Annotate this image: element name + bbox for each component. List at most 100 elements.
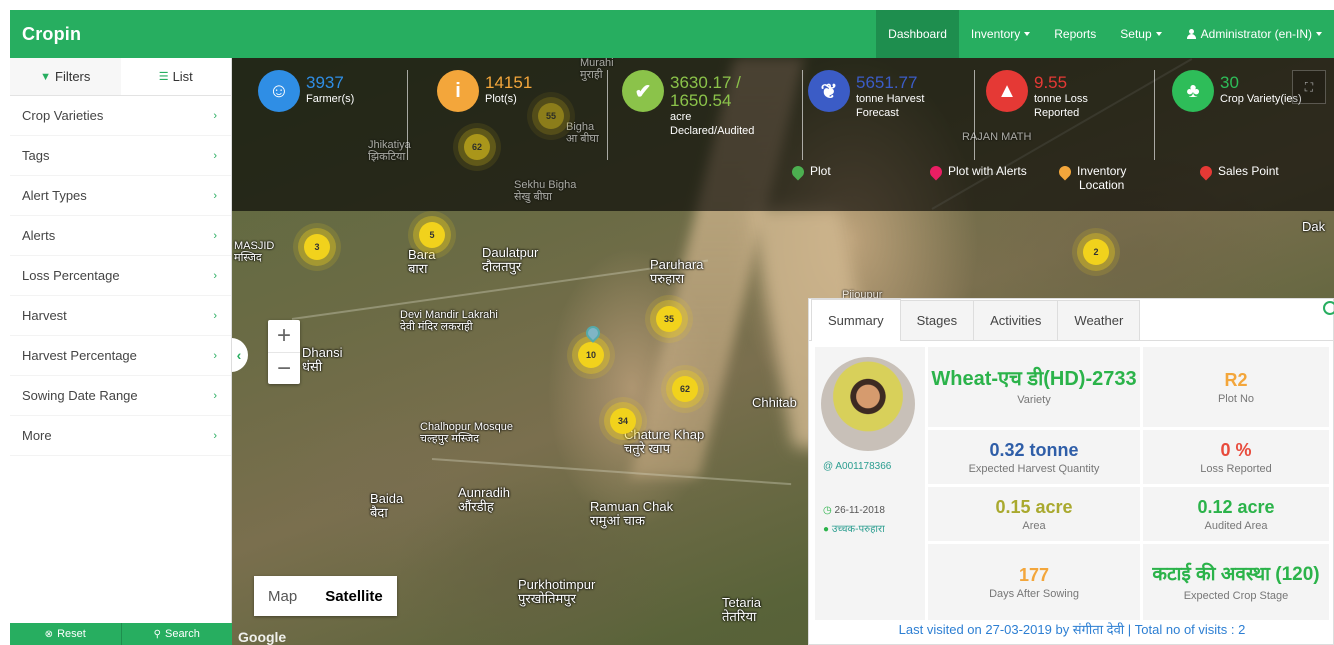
tab-summary[interactable]: Summary: [811, 299, 901, 341]
map-type-satellite[interactable]: Satellite: [311, 576, 397, 616]
zoom-control: + −: [268, 320, 300, 384]
stat-value: 30: [1220, 73, 1239, 92]
chevron-right-icon: ›: [213, 189, 217, 202]
plot-pin-icon[interactable]: [583, 323, 603, 343]
map-label-text: तेतरिया: [722, 608, 757, 624]
chevron-right-icon: ›: [213, 229, 217, 242]
map-cluster-marker[interactable]: 35: [656, 306, 682, 332]
filter-icon: ▼: [40, 70, 51, 83]
nav-reports[interactable]: Reports: [1042, 10, 1108, 58]
stat-acre[interactable]: ✔ 3630.17 / 1650.54 acre Declared/Audited: [622, 70, 780, 138]
stat-label: tonne Harvest: [856, 93, 925, 105]
stat-harvest[interactable]: ❦ 5651.77 tonne Harvest Forecast: [808, 70, 924, 120]
map-cluster-marker[interactable]: 34: [610, 408, 636, 434]
location-icon: ●: [823, 524, 832, 535]
fullscreen-icon[interactable]: ⛶: [1292, 70, 1326, 104]
map-cluster-marker[interactable]: 2: [1083, 239, 1109, 265]
map-label-text: रामुआं चाक: [590, 512, 645, 528]
reset-button[interactable]: ⊗ Reset: [10, 623, 121, 645]
map-cluster-marker[interactable]: 62: [672, 376, 698, 402]
last-visit-info: Last visited on 27-03-2019 by संगीता देव…: [809, 614, 1334, 644]
map-cluster-marker[interactable]: 10: [578, 342, 604, 368]
plot-summary-panel: Summary Stages Activities Weather @ A001…: [808, 298, 1334, 645]
map-label: Devi Mandir Lakrahi देवी मंदिर लकराही: [400, 309, 498, 333]
plot-marker-icon: [789, 163, 807, 181]
sidebar-item-loss-percentage[interactable]: Loss Percentage ›: [10, 256, 231, 296]
stat-loss[interactable]: ▲ 9.55 tonne Loss Reported: [986, 70, 1088, 120]
tab-weather[interactable]: Weather: [1057, 300, 1141, 340]
search-icon: ⚲: [153, 628, 161, 640]
tab-filters[interactable]: ▼ Filters: [10, 58, 121, 95]
legend-label: Sales Point: [1218, 164, 1279, 178]
sidebar-item-more[interactable]: More ›: [10, 416, 231, 456]
nav-dashboard[interactable]: Dashboard: [876, 10, 959, 58]
sowing-date: ◷ 26-11-2018: [823, 505, 885, 516]
sowing-date-value: 26-11-2018: [834, 505, 885, 516]
leaf-icon: ❦: [808, 70, 850, 112]
caret-down-icon: [1024, 32, 1031, 36]
tab-stages[interactable]: Stages: [899, 300, 975, 340]
legend-sales: Sales Point: [1197, 163, 1279, 181]
stat-crop-variety[interactable]: ♣ 30 Crop Variety(ies): [1172, 70, 1302, 112]
sidebar-footer: ⊗ Reset ⚲ Search: [10, 623, 232, 645]
search-button[interactable]: ⚲ Search: [120, 623, 232, 645]
chevron-right-icon: ›: [213, 349, 217, 362]
stat-plots[interactable]: i 14151 Plot(s): [437, 70, 532, 112]
chevron-right-icon: ›: [213, 389, 217, 402]
tab-list-label: List: [172, 69, 193, 84]
nav-setup[interactable]: Setup: [1108, 10, 1173, 58]
sidebar-item-harvest-percentage[interactable]: Harvest Percentage ›: [10, 336, 231, 376]
farmer-profile: @ A001178366 ◷ 26-11-2018 ● उच्चक-परुहार…: [815, 347, 925, 620]
stat-value: 9.55: [1034, 73, 1068, 92]
farmer-id[interactable]: @ A001178366: [823, 461, 891, 472]
map-label: Chhitab: [752, 396, 797, 410]
plot-no-label: Plot No: [1217, 392, 1255, 405]
sidebar-item-alerts[interactable]: Alerts ›: [10, 216, 231, 256]
stat-value: 3630.17 / 1650.54: [670, 73, 741, 110]
tab-list[interactable]: ☰ List: [121, 58, 232, 95]
map-label: Dak: [1302, 220, 1325, 234]
stat-farmers[interactable]: ☺ 3937 Farmer(s): [258, 70, 354, 112]
nav-user-menu[interactable]: Administrator (en-IN): [1174, 10, 1334, 58]
map-label-text: परुहारा: [650, 270, 685, 286]
collapse-sidebar-button[interactable]: ‹: [232, 338, 248, 372]
map-label: Tetaria तेतरिया: [722, 596, 761, 623]
map-label-text: धंसी: [302, 358, 323, 374]
info-icon: i: [437, 70, 479, 112]
map-cluster-marker[interactable]: 3: [304, 234, 330, 260]
reset-label: Reset: [57, 628, 86, 640]
sidebar-item-sowing-date-range[interactable]: Sowing Date Range ›: [10, 376, 231, 416]
inventory-marker-icon: [1056, 163, 1074, 181]
map-type-map[interactable]: Map: [254, 576, 311, 616]
map-cluster-marker[interactable]: 5: [419, 222, 445, 248]
total-visits-text: Total no of visits : 2: [1134, 621, 1246, 637]
stat-label: Farmer(s): [306, 93, 355, 105]
stat-value: 5651.77: [856, 73, 918, 92]
sidebar-item-alert-types[interactable]: Alert Types ›: [10, 176, 231, 216]
sidebar-item-label: Alerts: [22, 228, 56, 243]
satellite-map[interactable]: MASJID मस्जिद Bara बारा Daulatpur दौलतपुर P…: [232, 58, 1334, 645]
sidebar-item-crop-varieties[interactable]: Crop Varieties ›: [10, 96, 231, 136]
nav-inventory[interactable]: Inventory: [959, 10, 1042, 58]
map-label: Chature Khap चतुरे खाप: [624, 428, 704, 455]
map-label-text: Devi Mandir Lakrahi: [400, 309, 498, 321]
legend-inventory: Inventory Location: [1056, 163, 1126, 192]
nav-reports-label: Reports: [1054, 27, 1097, 41]
zoom-out-button[interactable]: −: [268, 352, 300, 384]
avatar[interactable]: [821, 357, 915, 451]
nav-dashboard-label: Dashboard: [888, 27, 947, 41]
map-label: Paruhara परुहारा: [650, 258, 703, 285]
close-icon[interactable]: [1323, 301, 1334, 315]
checkbox-icon: ✔: [622, 70, 664, 112]
brand-logo[interactable]: Cropin: [22, 24, 81, 45]
user-icon: [1186, 29, 1196, 39]
map-label: Baida बैदा: [370, 492, 403, 519]
zoom-in-button[interactable]: +: [268, 320, 300, 352]
nav-user-label: Administrator (en-IN): [1200, 27, 1312, 41]
map-label-text: मस्जिद: [234, 251, 262, 264]
sidebar-item-tags[interactable]: Tags ›: [10, 136, 231, 176]
tab-activities[interactable]: Activities: [973, 300, 1059, 340]
sidebar-item-harvest[interactable]: Harvest ›: [10, 296, 231, 336]
summary-grid: @ A001178366 ◷ 26-11-2018 ● उच्चक-परुहार…: [815, 347, 1329, 620]
map-label: Aunradih औंरडीह: [458, 486, 510, 513]
